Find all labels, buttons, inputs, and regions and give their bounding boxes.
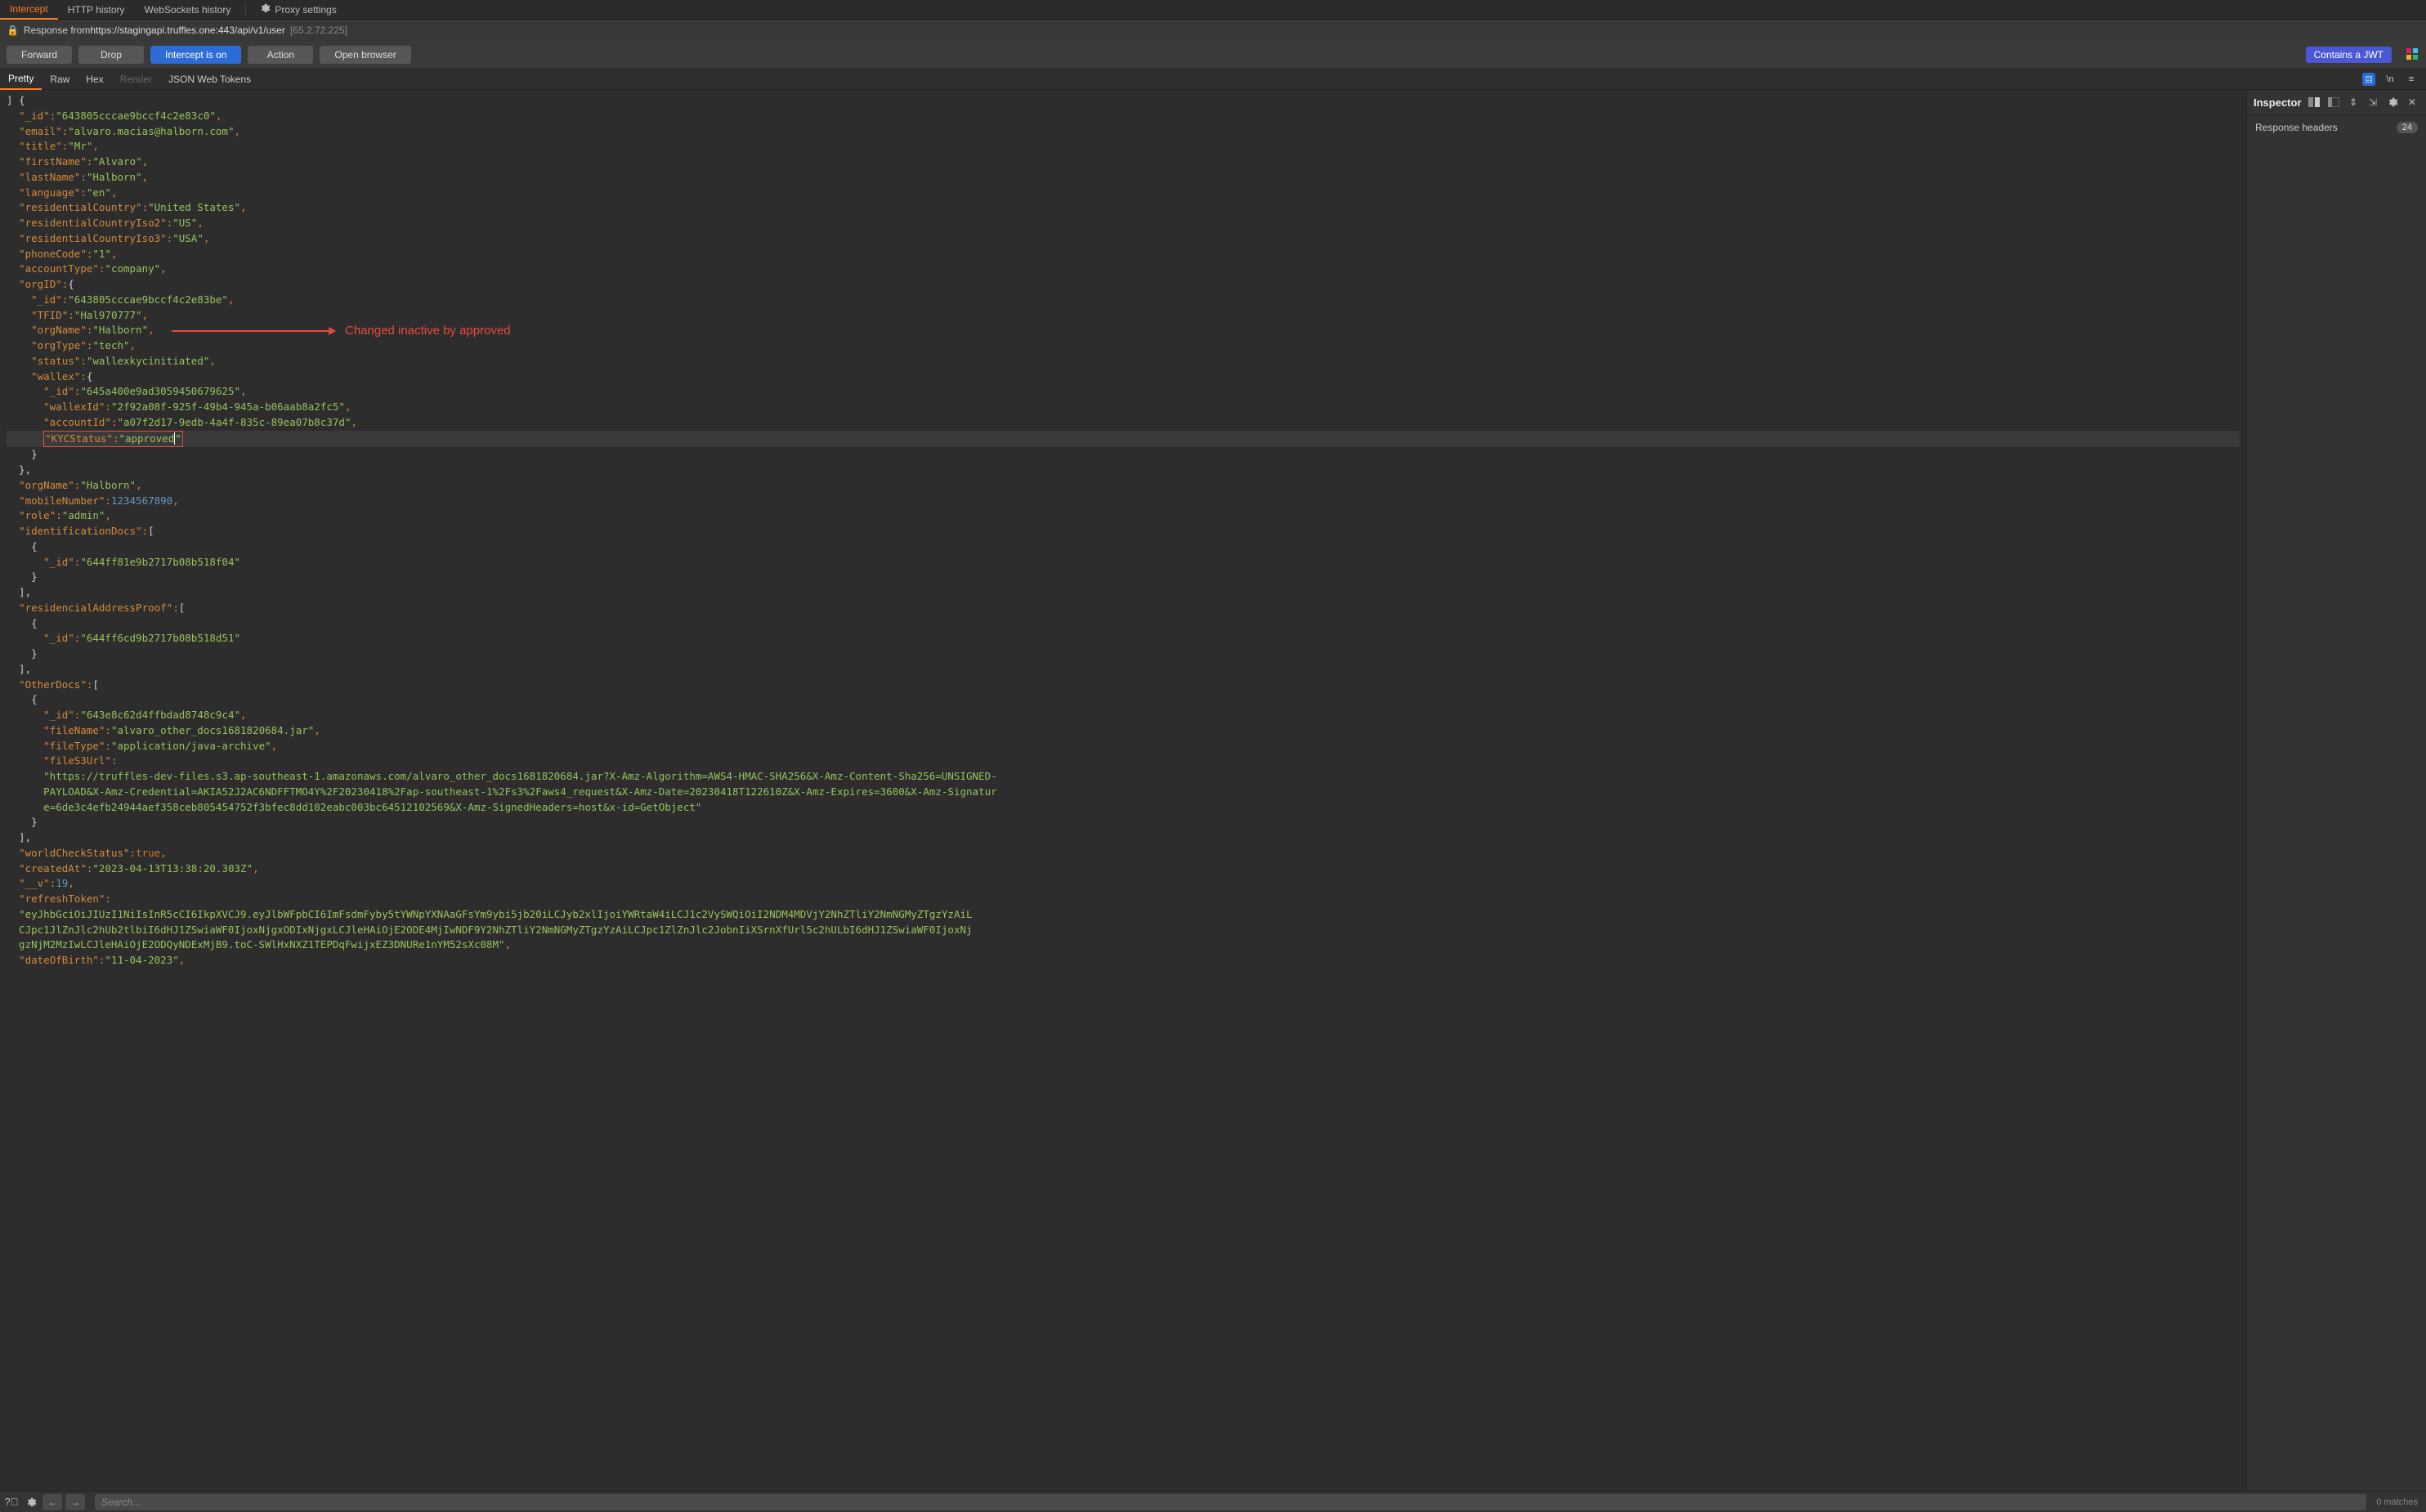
inspector-row-label: Response headers bbox=[2255, 122, 2338, 133]
tab-http-history[interactable]: HTTP history bbox=[58, 1, 135, 19]
tab-intercept[interactable]: Intercept bbox=[0, 0, 58, 20]
collapse-icon[interactable]: ⇲ bbox=[2366, 95, 2380, 110]
intercept-toggle-button[interactable]: Intercept is on bbox=[150, 46, 241, 64]
expand-vertical-icon[interactable]: ⇕ bbox=[2346, 95, 2361, 110]
close-icon[interactable]: ✕ bbox=[2405, 95, 2419, 110]
view-tab-pretty[interactable]: Pretty bbox=[0, 69, 42, 90]
drop-button[interactable]: Drop bbox=[78, 46, 144, 64]
view-tab-jwt[interactable]: JSON Web Tokens bbox=[160, 69, 259, 89]
request-info-bar: 🔒 Response from https://stagingapi.truff… bbox=[0, 20, 2426, 41]
view-tab-render[interactable]: Render bbox=[112, 69, 160, 89]
info-prefix: Response from bbox=[24, 25, 90, 36]
settings-gear-icon[interactable] bbox=[2385, 95, 2400, 110]
panel-icon[interactable] bbox=[2326, 95, 2341, 110]
search-matches-label: 0 matches bbox=[2376, 1497, 2418, 1507]
inspector-panel: Inspector ⇕ ⇲ ✕ Response headers 24 bbox=[2246, 90, 2426, 1491]
inspector-row-response-headers[interactable]: Response headers 24 bbox=[2247, 115, 2426, 140]
newline-icon[interactable]: \n bbox=[2383, 73, 2397, 86]
extension-color-icon[interactable] bbox=[2405, 47, 2419, 64]
view-tab-raw[interactable]: Raw bbox=[42, 69, 78, 89]
view-tab-hex[interactable]: Hex bbox=[78, 69, 111, 89]
separator bbox=[245, 4, 246, 16]
help-icon[interactable]: ?⃝ bbox=[3, 1494, 20, 1510]
jwt-badge[interactable]: Contains a JWT bbox=[2306, 47, 2392, 63]
info-ip: [65.2.72.225] bbox=[290, 25, 347, 36]
bottom-search-bar: ?⃝ ← → 0 matches bbox=[0, 1491, 2426, 1512]
response-body-editor[interactable]: ] { "_id":"643805cccae9bccf4c2e83c0", "e… bbox=[0, 90, 2246, 1491]
info-url: https://stagingapi.truffles.one:443/api/… bbox=[90, 25, 285, 36]
toggle-layout-icon[interactable] bbox=[2362, 73, 2375, 86]
inspector-title: Inspector bbox=[2254, 96, 2302, 109]
view-tabs: Pretty Raw Hex Render JSON Web Tokens \n… bbox=[0, 69, 2426, 90]
search-input[interactable] bbox=[95, 1494, 2366, 1510]
top-tabs: Intercept HTTP history WebSockets histor… bbox=[0, 0, 2426, 20]
action-bar: Forward Drop Intercept is on Action Open… bbox=[0, 41, 2426, 69]
gear-icon bbox=[259, 2, 271, 16]
search-next-button[interactable]: → bbox=[65, 1494, 85, 1510]
open-browser-button[interactable]: Open browser bbox=[320, 46, 410, 64]
columns-icon[interactable] bbox=[2307, 95, 2321, 110]
search-prev-button[interactable]: ← bbox=[43, 1494, 62, 1510]
hamburger-icon[interactable]: ≡ bbox=[2405, 73, 2418, 86]
action-button[interactable]: Action bbox=[248, 46, 313, 64]
forward-button[interactable]: Forward bbox=[7, 46, 72, 64]
proxy-settings-link[interactable]: Proxy settings bbox=[251, 2, 344, 16]
settings-small-icon[interactable] bbox=[23, 1494, 39, 1510]
tab-ws-history[interactable]: WebSockets history bbox=[135, 1, 241, 19]
proxy-settings-label: Proxy settings bbox=[275, 4, 336, 16]
lock-icon: 🔒 bbox=[7, 25, 19, 36]
response-headers-count: 24 bbox=[2397, 122, 2418, 133]
